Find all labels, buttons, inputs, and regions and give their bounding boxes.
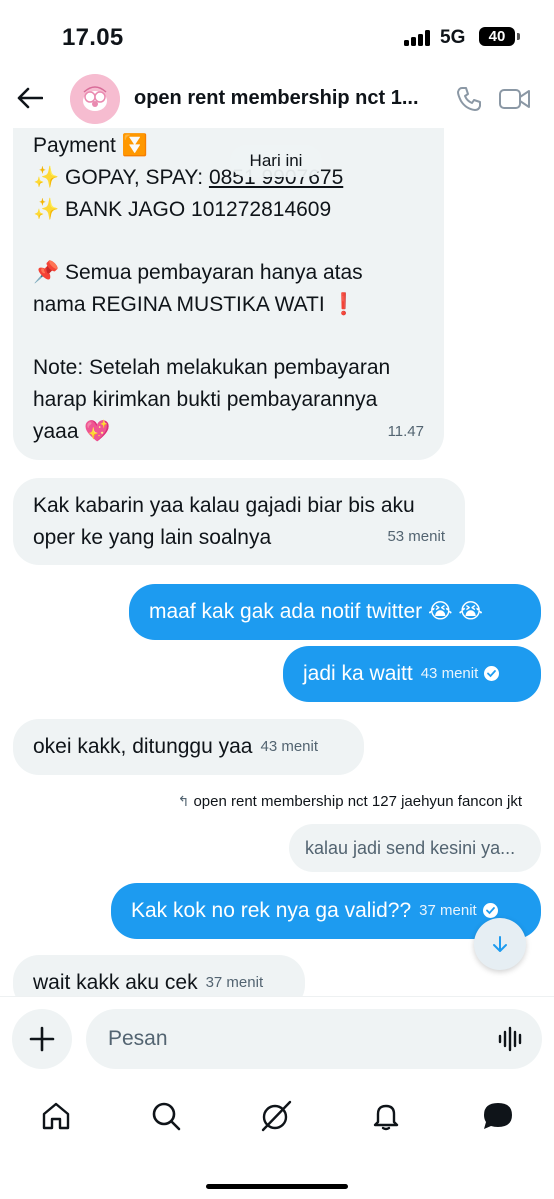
message-text: oper ke yang lain soalnya bbox=[33, 526, 272, 549]
message-outgoing[interactable]: jadi ka waitt 43 menit bbox=[283, 646, 541, 702]
message-incoming[interactable]: wait kakk aku cek 37 menit bbox=[13, 955, 305, 996]
network-type: 5G bbox=[440, 27, 466, 48]
reply-context: ↰ open rent membership nct 127 jaehyun fa… bbox=[178, 793, 522, 810]
message-text-part: ✨ GOPAY, SPAY: bbox=[33, 166, 209, 189]
nav-home[interactable] bbox=[26, 1092, 86, 1140]
message-input-container bbox=[86, 1009, 542, 1069]
message-text: yaaa 💖 bbox=[33, 420, 111, 443]
nav-notifications[interactable] bbox=[356, 1092, 416, 1140]
bottom-navigation bbox=[0, 1080, 554, 1199]
nav-grok[interactable] bbox=[246, 1092, 306, 1140]
voice-message-button[interactable] bbox=[496, 1024, 526, 1054]
reply-context-label: open rent membership nct 127 jaehyun fan… bbox=[193, 793, 522, 810]
battery-cap bbox=[517, 33, 520, 40]
read-check-icon bbox=[484, 665, 500, 681]
message-text: maaf kak gak ada notif twitter 😭 😭 bbox=[149, 600, 483, 623]
message-input[interactable] bbox=[108, 1009, 488, 1069]
read-check-icon bbox=[482, 902, 498, 918]
avatar-image bbox=[70, 74, 120, 124]
message-timestamp: 53 menit bbox=[387, 528, 445, 545]
message-text: Kak kok no rek nya ga valid?? bbox=[131, 899, 412, 922]
home-indicator bbox=[206, 1184, 348, 1189]
conversation-header: open rent membership nct 1... bbox=[0, 70, 554, 128]
nav-search[interactable] bbox=[136, 1092, 196, 1140]
message-text: nama REGINA MUSTIKA WATI ❗ bbox=[33, 293, 357, 316]
message-timestamp: 37 menit bbox=[205, 974, 264, 992]
message-incoming[interactable]: Payment ⏬ ✨ GOPAY, SPAY: 0851 9907675 ✨ … bbox=[13, 128, 444, 460]
home-icon bbox=[42, 1102, 70, 1130]
battery-icon: 40 bbox=[479, 27, 515, 46]
arrow-down-icon bbox=[493, 936, 507, 952]
call-button[interactable] bbox=[452, 82, 486, 116]
scroll-to-bottom-button[interactable] bbox=[474, 918, 526, 970]
message-timestamp: 37 menit bbox=[419, 902, 477, 920]
signal-icon bbox=[404, 30, 434, 46]
message-timestamp: 43 menit bbox=[260, 738, 319, 756]
message-text: harap kirimkan bukti pembayarannya bbox=[33, 388, 378, 411]
plus-icon bbox=[29, 1026, 55, 1052]
message-text: Payment ⏬ bbox=[33, 134, 148, 157]
message-text: Kak kabarin yaa kalau gajadi biar bis ak… bbox=[33, 494, 415, 517]
video-icon bbox=[499, 89, 530, 109]
grok-icon bbox=[261, 1100, 292, 1132]
add-attachment-button[interactable] bbox=[12, 1009, 72, 1069]
phone-icon bbox=[457, 87, 481, 111]
quoted-message[interactable]: kalau jadi send kesini ya... bbox=[289, 824, 541, 872]
message-text: ✨ BANK JAGO 101272814609 bbox=[33, 198, 332, 221]
avatar[interactable] bbox=[70, 74, 120, 124]
video-call-button[interactable] bbox=[496, 82, 534, 116]
search-icon bbox=[152, 1102, 181, 1131]
message-text: Note: Setelah melakukan pembayaran bbox=[33, 356, 391, 379]
message-text: okei kakk, ditunggu yaa bbox=[33, 735, 253, 758]
bell-icon bbox=[373, 1104, 399, 1131]
status-time: 17.05 bbox=[62, 24, 124, 51]
message-text: ✨ GOPAY, SPAY: 0851 9907675 bbox=[33, 162, 424, 194]
message-text: wait kakk aku cek bbox=[33, 971, 198, 994]
reply-arrow-icon: ↰ bbox=[177, 793, 190, 809]
message-outgoing[interactable]: maaf kak gak ada notif twitter 😭 😭 bbox=[129, 584, 541, 640]
back-arrow-icon bbox=[17, 87, 43, 109]
message-composer bbox=[0, 996, 554, 1080]
conversation-title[interactable]: open rent membership nct 1... bbox=[134, 87, 434, 110]
message-incoming[interactable]: okei kakk, ditunggu yaa 43 menit bbox=[13, 719, 364, 775]
message-timestamp: 11.47 bbox=[387, 423, 424, 440]
message-text: jadi ka waitt bbox=[303, 662, 413, 685]
messages-icon bbox=[484, 1103, 512, 1129]
back-button[interactable] bbox=[12, 80, 48, 116]
message-incoming[interactable]: Kak kabarin yaa kalau gajadi biar bis ak… bbox=[13, 478, 465, 565]
message-text: 📌 Semua pembayaran hanya atas bbox=[33, 261, 363, 284]
status-bar: 17.05 5G 40 bbox=[0, 0, 554, 70]
waveform-icon bbox=[498, 1026, 522, 1052]
nav-messages[interactable] bbox=[468, 1092, 528, 1140]
date-separator: Hari ini bbox=[230, 145, 322, 177]
message-timestamp: 43 menit bbox=[420, 665, 479, 683]
message-list[interactable]: Payment ⏬ ✨ GOPAY, SPAY: 0851 9907675 ✨ … bbox=[0, 128, 554, 996]
